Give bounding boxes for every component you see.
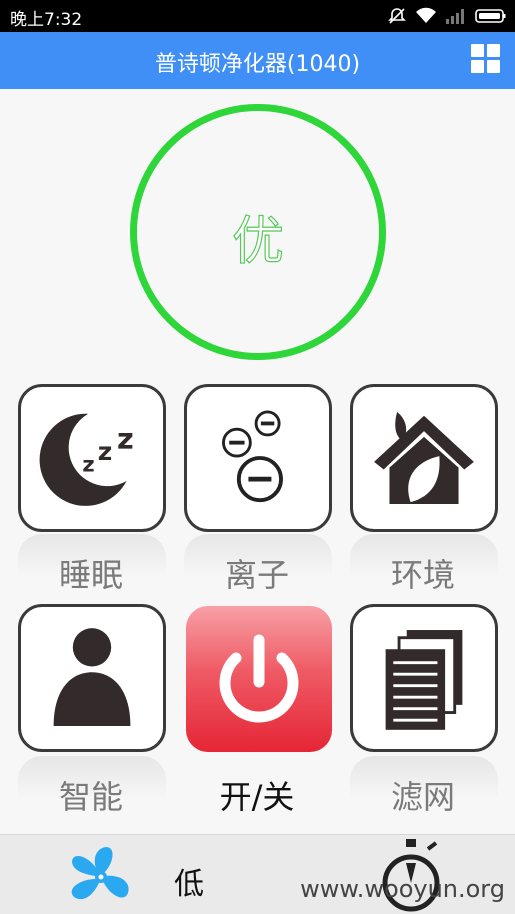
ion-button[interactable]: [184, 384, 332, 532]
svg-text:z: z: [98, 437, 113, 466]
svg-text:z: z: [117, 421, 134, 455]
status-bar: 晚上7:32: [0, 0, 515, 32]
title-bar: 普诗顿净化器(1040): [0, 32, 515, 89]
filter-pages-icon: [385, 630, 463, 730]
environment-button[interactable]: [350, 384, 498, 532]
sleep-button[interactable]: z z z: [18, 384, 166, 532]
status-icons: [387, 6, 507, 30]
signal-icon: [445, 7, 467, 29]
filter-label: 滤网: [390, 778, 455, 816]
ion-label: 离子: [224, 556, 289, 594]
environment-house-icon: [374, 411, 474, 505]
ion-icon: [222, 410, 283, 503]
watermark: www.wooyun.org: [300, 875, 505, 903]
grid-icon[interactable]: [471, 44, 501, 74]
page-title: 普诗顿净化器(1040): [154, 52, 361, 77]
fan-icon[interactable]: [62, 843, 140, 911]
power-label: 开/关: [219, 778, 295, 816]
filter-button[interactable]: [350, 604, 498, 752]
air-quality-ring: 优: [130, 104, 386, 360]
bottom-bar: 低 www.wooyun.org: [0, 834, 515, 914]
person-icon: [53, 628, 131, 726]
fan-speed-label: 低: [174, 867, 204, 902]
air-quality-text: 优: [231, 211, 284, 272]
wifi-icon: [415, 7, 437, 29]
status-time: 晚上7:32: [10, 10, 83, 30]
sleep-label: 睡眠: [58, 556, 123, 594]
sleep-moon-icon: z z z: [39, 413, 134, 506]
svg-text:z: z: [82, 451, 94, 476]
smart-button[interactable]: [18, 604, 166, 752]
power-icon: [219, 634, 299, 723]
smart-label: 智能: [58, 778, 123, 816]
environment-label: 环境: [390, 556, 455, 594]
power-button[interactable]: [186, 606, 332, 752]
mute-icon: [387, 6, 407, 30]
battery-icon: [475, 7, 507, 29]
